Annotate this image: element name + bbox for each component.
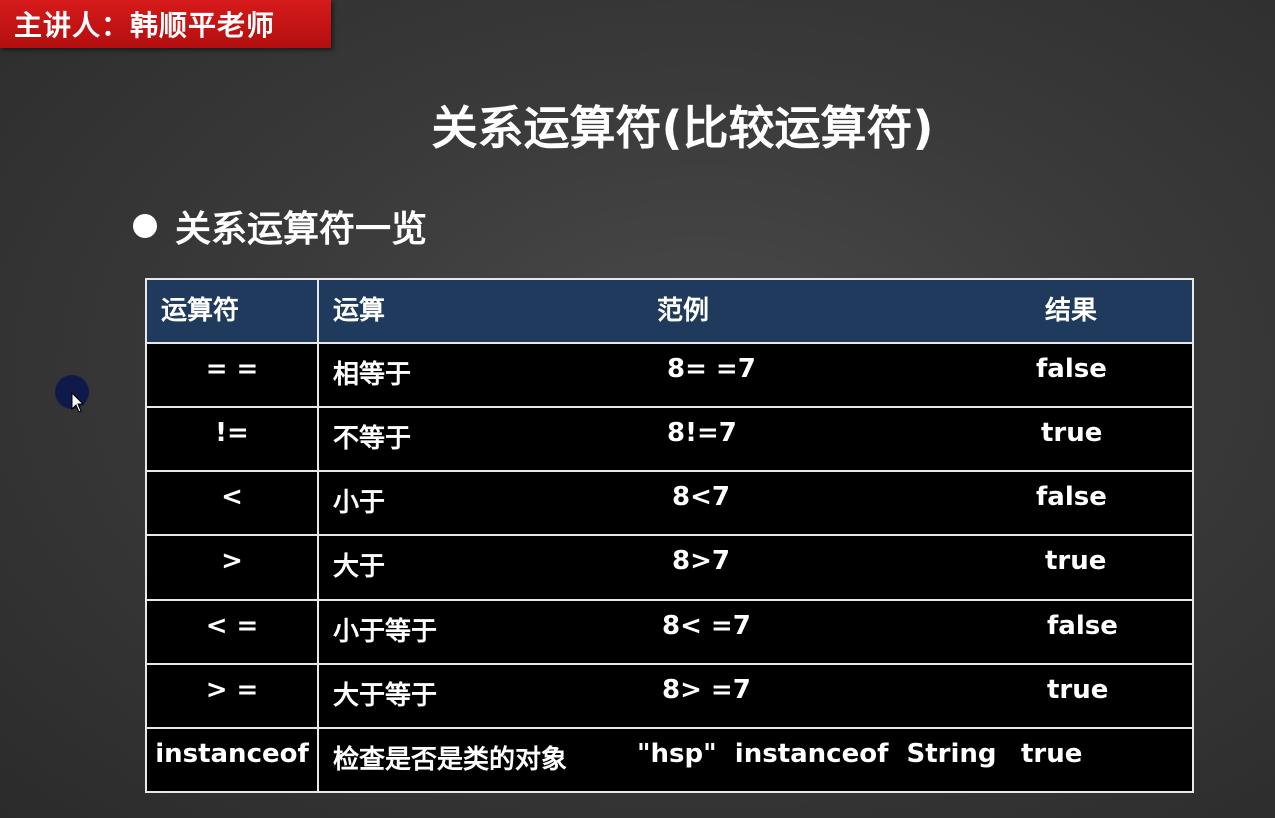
operator-cell: instanceof: [145, 726, 319, 794]
page-title: 关系运算符(比较运算符): [431, 101, 934, 155]
operator-cell: <: [145, 470, 319, 537]
header-operation: 运算: [333, 296, 386, 326]
operation-label: 不等于: [333, 424, 412, 455]
bullet-icon: [133, 214, 157, 238]
table-row: < 小于 8<7 false: [145, 470, 1194, 537]
header-example: 范例: [657, 296, 710, 326]
result-text: true: [1045, 546, 1107, 577]
example-text: "hsp" instanceof String: [637, 738, 997, 769]
operation-cell: 相等于 8= =7 false: [317, 341, 1194, 409]
operation-cell: 小于等于 8< =7 false: [317, 598, 1194, 665]
header-operation-group: 运算 范例 结果: [317, 278, 1194, 344]
example-text: 8> =7: [662, 674, 751, 705]
operation-cell: 小于 8<7 false: [317, 470, 1194, 537]
table-header-row: 运算符 运算 范例 结果: [145, 278, 1194, 344]
operator-cell: !=: [145, 406, 319, 473]
operator-cell: >: [145, 534, 319, 601]
example-text: 8>7: [672, 546, 730, 577]
operation-cell: 不等于 8!=7 true: [317, 406, 1194, 473]
example-text: 8< =7: [662, 610, 751, 641]
presenter-badge: 主讲人：韩顺平老师: [0, 0, 331, 48]
operation-label: 检查是否是类的对象: [333, 744, 568, 775]
table-row: < = 小于等于 8< =7 false: [145, 598, 1194, 665]
operation-cell: 大于等于 8> =7 true: [317, 662, 1194, 729]
result-text: true: [1021, 738, 1083, 769]
header-result: 结果: [1045, 296, 1098, 326]
example-text: 8!=7: [667, 418, 737, 449]
operation-label: 小于: [333, 488, 386, 519]
result-text: false: [1036, 354, 1107, 384]
table-row: instanceof 检查是否是类的对象 "hsp" instanceof St…: [145, 726, 1194, 794]
operation-label: 相等于: [333, 360, 412, 390]
operation-cell: 检查是否是类的对象 "hsp" instanceof String true: [317, 726, 1194, 794]
result-text: false: [1036, 482, 1107, 513]
section-heading: 关系运算符一览: [133, 200, 427, 252]
operators-table: 运算符 运算 范例 结果 = = 相等于 8= =7 false != 不等于 …: [145, 278, 1194, 794]
header-operator: 运算符: [145, 278, 319, 344]
result-text: true: [1047, 674, 1109, 705]
operator-cell: < =: [145, 598, 319, 665]
table-row: = = 相等于 8= =7 false: [145, 341, 1194, 409]
table-row: > = 大于等于 8> =7 true: [145, 662, 1194, 729]
example-text: 8= =7: [667, 354, 756, 384]
table-row: > 大于 8>7 true: [145, 534, 1194, 601]
operation-cell: 大于 8>7 true: [317, 534, 1194, 601]
mouse-pointer-icon: [71, 392, 85, 413]
section-heading-text: 关系运算符一览: [175, 209, 428, 250]
example-text: 8<7: [672, 482, 730, 513]
operator-cell: = =: [145, 341, 319, 409]
operation-label: 大于等于: [333, 680, 438, 711]
result-text: true: [1041, 418, 1103, 449]
operation-label: 大于: [333, 552, 386, 583]
operator-cell: > =: [145, 662, 319, 729]
result-text: false: [1047, 610, 1118, 641]
operation-label: 小于等于: [333, 616, 438, 647]
table-row: != 不等于 8!=7 true: [145, 406, 1194, 473]
